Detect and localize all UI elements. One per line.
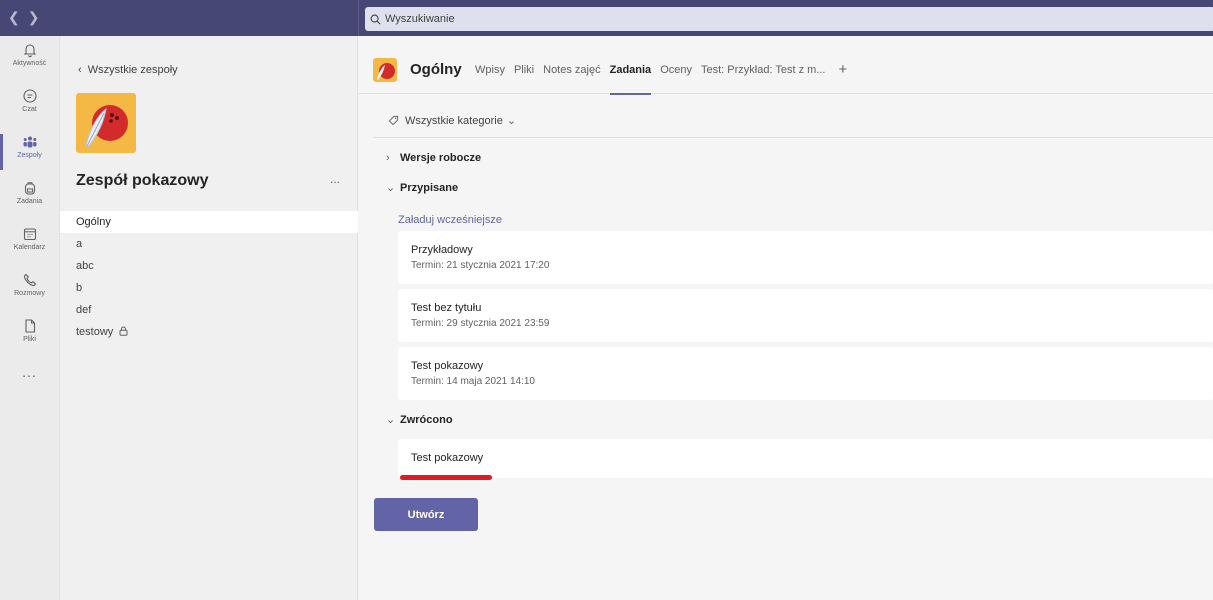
chevron-right-icon[interactable]: ❯ [28,9,48,25]
assignment-due: Termin: 29 stycznia 2021 23:59 [411,318,550,329]
rail-item-teams[interactable]: Zespoły [0,128,59,174]
topbar-divider [358,0,359,36]
rail-item-calendar[interactable]: Kalendarz [0,220,59,266]
rail-item-assignments[interactable]: Zadania [0,174,59,220]
filter-divider [373,137,1213,138]
team-more-button[interactable]: ... [330,172,340,186]
returned-card[interactable]: Test pokazowy [398,439,1213,478]
channel-label: abc [76,260,94,272]
lock-icon [119,322,128,344]
rail-label: Aktywność [12,60,47,67]
chevron-down-icon: ⌄ [386,414,396,426]
channel-label: Ogólny [76,216,111,228]
rail-item-calls[interactable]: Rozmowy [0,266,59,312]
assignment-title: Test bez tytułu [411,302,482,314]
section-assigned[interactable]: ⌄ Przypisane [386,181,459,195]
teams-icon [23,136,36,148]
assignment-card[interactable]: Przykładowy Termin: 21 stycznia 2021 17:… [398,231,1213,284]
chevron-down-icon: ⌄ [506,115,517,127]
channel-avatar [373,58,397,82]
team-avatar [76,93,136,153]
rail-label: Zadania [16,198,43,205]
team-panel: ‹ Wszystkie zespoły Zespół pokazowy ... … [60,36,358,600]
channel-item-abc[interactable]: abc [60,255,358,277]
channel-header: Ogólny Wpisy Pliki Notes zajęć Zadania O… [358,36,1213,95]
search-input[interactable]: Wyszukiwanie [365,7,1213,31]
rail-label: Czat [22,106,37,113]
tab-assignments[interactable]: Zadania [609,64,651,95]
bell-icon [23,44,36,58]
rail-item-activity[interactable]: Aktywność [0,36,59,82]
chevron-left-icon[interactable]: ❮ [8,9,28,25]
assignment-card[interactable]: Test pokazowy Termin: 14 maja 2021 14:10 [398,347,1213,400]
section-returned[interactable]: ⌄ Zwrócono [386,413,453,427]
tab-class-notebook[interactable]: Notes zajęć [543,64,600,78]
channel-label: a [76,238,83,250]
bowling-ball-icon [85,105,128,148]
top-bar: ❮❯ Wyszukiwanie [0,0,1213,36]
more-apps-icon[interactable]: ... [0,364,59,380]
rail-label: Pliki [23,336,36,343]
search-placeholder: Wyszukiwanie [385,13,455,25]
section-drafts[interactable]: › Wersje robocze [386,152,481,164]
assignment-title: Przykładowy [411,244,473,256]
backpack-icon [24,182,35,195]
calendar-icon [23,228,36,241]
channel-title: Ogólny [410,61,462,78]
chevron-down-icon: ⌄ [386,182,396,194]
rail-label: Zespoły [17,152,42,159]
tab-files[interactable]: Pliki [514,64,534,78]
search-icon [370,14,381,24]
app-rail: Aktywność Czat Zespoły Zadania Kalendarz… [0,36,60,600]
channel-label: b [76,282,83,294]
all-teams-label: Wszystkie zespoły [87,64,178,76]
section-title: Przypisane [400,181,459,194]
channel-item-testowy[interactable]: testowy [60,321,358,343]
assignment-due: Termin: 21 stycznia 2021 17:20 [411,260,550,271]
assignment-title: Test pokazowy [411,452,484,464]
channel-list: Ogólny a abc b def testowy [60,211,358,343]
bowling-ball-icon [377,63,395,80]
filter-label: Wszystkie kategorie [405,114,503,127]
rail-label: Rozmowy [14,290,45,297]
file-icon [24,319,35,333]
rail-item-chat[interactable]: Czat [0,82,59,128]
section-title: Zwrócono [400,413,453,426]
tab-grades[interactable]: Oceny [660,64,692,78]
load-earlier-link[interactable]: Załaduj wcześniejsze [398,214,502,226]
create-button[interactable]: Utwórz [374,498,478,531]
tag-icon [388,115,399,126]
phone-icon [23,273,36,287]
section-title: Wersje robocze [400,152,482,164]
add-tab-button[interactable]: + [838,61,847,78]
assignment-due: Termin: 14 maja 2021 14:10 [411,376,535,387]
channel-tabs: Wpisy Pliki Notes zajęć Zadania Oceny Te… [475,61,847,95]
channel-item-def[interactable]: def [60,299,358,321]
channel-label: def [76,304,92,316]
main-content: Ogólny Wpisy Pliki Notes zajęć Zadania O… [358,36,1213,600]
all-teams-link[interactable]: ‹ Wszystkie zespoły [78,64,178,76]
assignment-card[interactable]: Test bez tytułu Termin: 29 stycznia 2021… [398,289,1213,342]
highlight-underline [400,475,492,480]
channel-label: testowy [76,326,114,338]
channel-item-a[interactable]: a [60,233,358,255]
history-nav: ❮❯ [8,9,47,26]
rail-label: Kalendarz [13,244,46,251]
channel-item-ogolny[interactable]: Ogólny [60,211,358,233]
assignment-title: Test pokazowy [411,360,484,372]
chevron-right-icon: › [386,152,390,164]
chevron-left-icon: ‹ [78,64,82,76]
rail-item-files[interactable]: Pliki [0,312,59,358]
category-filter[interactable]: Wszystkie kategorie ⌄ [388,114,516,127]
tab-test[interactable]: Test: Przykład: Test z m... [701,64,826,78]
tab-posts[interactable]: Wpisy [475,64,505,78]
team-name: Zespół pokazowy [76,172,209,189]
channel-item-b[interactable]: b [60,277,358,299]
chat-icon [22,89,37,103]
